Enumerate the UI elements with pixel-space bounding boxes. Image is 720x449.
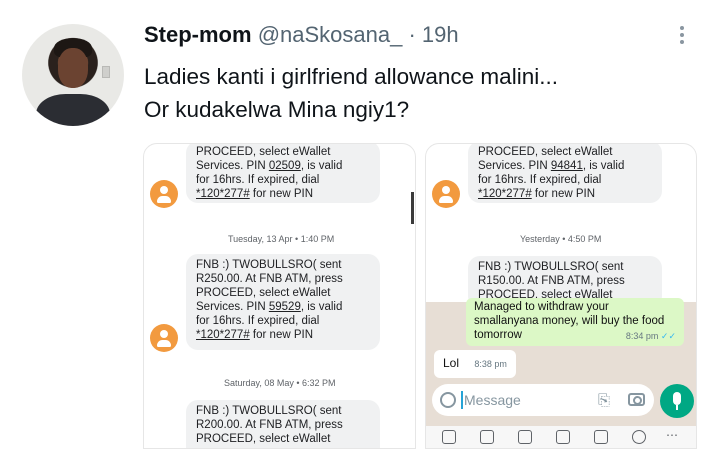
sms-line: Services. PIN 02509, is valid xyxy=(196,160,343,172)
date-separator: Tuesday, 13 Apr • 1:40 PM xyxy=(228,234,335,244)
display-name[interactable]: Step-mom xyxy=(144,22,252,47)
person-icon xyxy=(150,324,178,352)
message-input[interactable]: Message xyxy=(464,392,521,408)
wall-switch xyxy=(102,66,110,78)
attached-image-left[interactable]: PROCEED, select eWallet Services. PIN 02… xyxy=(143,143,416,449)
incoming-message[interactable]: Lol 8:38 pm xyxy=(434,350,516,378)
attach-icon[interactable]: ⎘ xyxy=(598,392,610,409)
sms-line: *120*277# for new PIN xyxy=(196,188,314,200)
tweet-text-line1: Ladies kanti i girlfriend allowance mali… xyxy=(144,64,558,89)
sms-bubble: FNB :) TWOBULLSRO( sent R250.00. At FNB … xyxy=(186,254,380,350)
outgoing-message[interactable]: Managed to withdraw your smallanyana mon… xyxy=(466,298,684,346)
sms-bubble: PROCEED, select eWallet Services. PIN 94… xyxy=(468,144,662,203)
info-icon[interactable] xyxy=(632,430,646,444)
sms-bubble: FNB :) TWOBULLSRO( sent R200.00. At FNB … xyxy=(186,400,380,448)
sms-line: *120*277# for new PIN xyxy=(478,188,596,200)
message-time: 8:34 pm ✓✓ xyxy=(625,331,676,341)
text-cursor xyxy=(461,391,463,409)
sms-line: FNB :) TWOBULLSRO( sent xyxy=(478,261,624,273)
clipboard-icon[interactable] xyxy=(518,430,532,444)
emoji-icon[interactable] xyxy=(440,392,456,408)
date-separator: Yesterday • 4:50 PM xyxy=(520,234,602,244)
camera-icon[interactable] xyxy=(628,393,645,406)
sms-line: PROCEED, select eWallet xyxy=(196,146,331,158)
scroll-indicator xyxy=(411,192,414,224)
separator: · xyxy=(402,22,422,47)
whatsapp-chat: Managed to withdraw your smallanyana mon… xyxy=(426,298,696,448)
sms-line: PROCEED, select eWallet xyxy=(196,433,331,445)
sms-line: Services. PIN 59529, is valid xyxy=(196,301,343,313)
message-text: Lol xyxy=(443,356,460,370)
tweet-text-line2: Or kudakelwa Mina ngiy1? xyxy=(144,97,410,122)
sms-line: for 16hrs. If expired, dial xyxy=(478,174,602,186)
sms-bubble: PROCEED, select eWallet Services. PIN 02… xyxy=(186,144,380,203)
tweet-text: Ladies kanti i girlfriend allowance mali… xyxy=(144,60,558,126)
sms-line: FNB :) TWOBULLSRO( sent xyxy=(196,259,342,271)
sticker-icon[interactable] xyxy=(480,430,494,444)
sms-line: *120*277# for new PIN xyxy=(196,329,314,341)
sms-line: PROCEED, select eWallet xyxy=(196,287,331,299)
person-icon xyxy=(432,180,460,208)
pen-icon[interactable] xyxy=(594,430,608,444)
keyboard-more-icon[interactable]: ⋯ xyxy=(666,428,678,442)
profile-avatar[interactable] xyxy=(22,24,124,126)
avatar-face xyxy=(58,48,88,88)
message-line: Managed to withdraw your xyxy=(474,301,609,313)
avatar-body xyxy=(36,94,110,126)
read-ticks-icon: ✓✓ xyxy=(660,331,676,341)
sms-line: R250.00. At FNB ATM, press xyxy=(196,273,343,285)
sms-line: FNB :) TWOBULLSRO( sent xyxy=(196,405,342,417)
person-icon xyxy=(150,180,178,208)
user-handle[interactable]: @naSkosana_ xyxy=(258,22,403,47)
sms-line: PROCEED, select eWallet xyxy=(478,146,613,158)
date-separator: Saturday, 08 May • 6:32 PM xyxy=(224,378,336,388)
sms-line: R200.00. At FNB ATM, press xyxy=(196,419,343,431)
more-icon[interactable] xyxy=(674,24,690,48)
translate-icon[interactable] xyxy=(556,430,570,444)
keyboard-toolbar: ⋯ xyxy=(426,426,696,448)
message-time: 8:38 pm xyxy=(474,359,507,369)
mic-icon[interactable] xyxy=(660,384,694,418)
sms-line: for 16hrs. If expired, dial xyxy=(196,315,320,327)
tweet-time[interactable]: 19h xyxy=(422,22,459,47)
attached-image-right[interactable]: PROCEED, select eWallet Services. PIN 94… xyxy=(425,143,697,449)
message-input-bar[interactable]: Message ⎘ xyxy=(432,384,654,416)
message-line: smallanyana money, will buy the food xyxy=(474,315,665,327)
sms-line: for 16hrs. If expired, dial xyxy=(196,174,320,186)
sms-line: R150.00. At FNB ATM, press xyxy=(478,275,625,287)
tweet-header: Step-mom @naSkosana_ · 19h xyxy=(144,22,459,48)
sms-line: Services. PIN 94841, is valid xyxy=(478,160,625,172)
gif-icon[interactable] xyxy=(442,430,456,444)
